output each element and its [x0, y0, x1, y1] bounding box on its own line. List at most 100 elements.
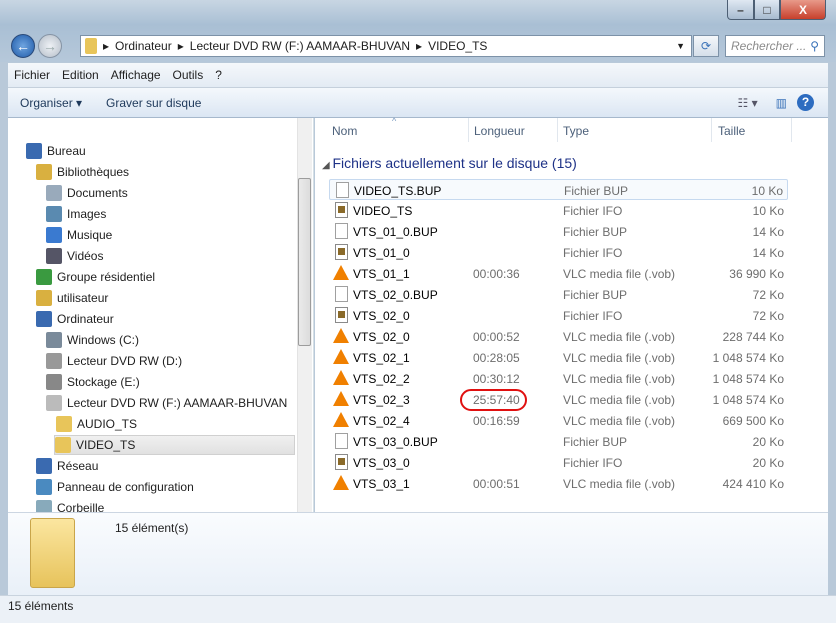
maximize-button[interactable]: □ — [754, 0, 780, 20]
column-divider[interactable] — [711, 118, 712, 142]
column-divider[interactable] — [468, 118, 469, 142]
nav-item[interactable]: Windows (C:) — [46, 330, 139, 350]
column-divider[interactable] — [557, 118, 558, 142]
close-button[interactable]: X — [780, 0, 826, 20]
history-dropdown-icon[interactable]: ▼ — [676, 41, 685, 51]
column-name[interactable]: Nom — [332, 124, 357, 138]
nav-item[interactable]: Musique — [46, 225, 112, 245]
nav-item[interactable]: VIDEO_TS — [54, 435, 295, 455]
ifo-file-icon — [335, 454, 348, 470]
breadcrumb-ordinateur[interactable]: Ordinateur — [115, 39, 172, 53]
nav-item[interactable]: Bureau — [26, 141, 86, 161]
file-type: VLC media file (.vob) — [563, 414, 676, 428]
menu-outils[interactable]: Outils — [167, 68, 210, 82]
back-button[interactable]: ← — [11, 34, 35, 58]
file-row[interactable]: VTS_02_0.BUP Fichier BUP 72 Ko — [329, 284, 788, 305]
nav-item-icon — [36, 290, 52, 306]
nav-item[interactable]: AUDIO_TS — [56, 414, 137, 434]
menu-edition[interactable]: Edition — [56, 68, 105, 82]
nav-item-icon — [55, 437, 71, 453]
nav-item-icon — [36, 311, 52, 327]
file-row[interactable]: VIDEO_TS Fichier IFO 10 Ko — [329, 200, 788, 221]
ifo-file-icon — [335, 244, 348, 260]
nav-item[interactable]: Lecteur DVD RW (F:) AAMAAR-BHUVAN — [46, 393, 287, 413]
nav-item[interactable]: Vidéos — [46, 246, 103, 266]
forward-button[interactable]: → — [38, 34, 62, 58]
file-row[interactable]: VTS_02_4 00:16:59 VLC media file (.vob) 669… — [329, 410, 788, 431]
menu-fichier[interactable]: Fichier — [8, 68, 56, 82]
ifo-file-icon — [335, 202, 348, 218]
minimize-button[interactable]: – — [727, 0, 754, 20]
nav-item[interactable]: Panneau de configuration — [36, 477, 194, 497]
file-row[interactable]: VTS_03_0 Fichier IFO 20 Ko — [329, 452, 788, 473]
file-size: 72 Ko — [752, 309, 784, 323]
nav-item-label: utilisateur — [57, 291, 109, 305]
file-name: VTS_02_0 — [353, 330, 410, 344]
menu-help[interactable]: ? — [209, 68, 228, 82]
file-type: Fichier BUP — [564, 184, 629, 198]
nav-item-label: Corbeille — [57, 501, 105, 512]
view-options-icon[interactable]: ☷ ▾ — [730, 96, 766, 110]
group-title: Fichiers actuellement sur le disque (15) — [332, 155, 577, 171]
file-row[interactable]: VTS_02_0 Fichier IFO 72 Ko — [329, 305, 788, 326]
menu-affichage[interactable]: Affichage — [105, 68, 167, 82]
file-name: VTS_01_0 — [353, 246, 410, 260]
vlc-icon — [333, 349, 349, 364]
search-icon: ⚲ — [810, 39, 819, 53]
nav-item-icon — [36, 164, 52, 180]
nav-item[interactable]: Lecteur DVD RW (D:) — [46, 351, 182, 371]
nav-item[interactable]: Corbeille — [36, 498, 104, 512]
file-row[interactable]: VTS_02_1 00:28:05 VLC media file (.vob) 1 0… — [329, 347, 788, 368]
nav-item-label: Bureau — [47, 144, 86, 158]
group-header[interactable]: ◢ Fichiers actuellement sur le disque (1… — [322, 155, 577, 171]
file-name: VTS_02_2 — [353, 372, 410, 386]
refresh-button[interactable]: ⟳ — [693, 35, 719, 57]
file-row[interactable]: VTS_02_3 25:57:40 VLC media file (.vob) 1 0… — [329, 389, 788, 410]
preview-pane-icon[interactable]: ▥ — [766, 96, 797, 110]
file-row[interactable]: VTS_02_0 00:00:52 VLC media file (.vob) 228… — [329, 326, 788, 347]
nav-item[interactable]: Stockage (E:) — [46, 372, 140, 392]
file-row[interactable]: VTS_01_0 Fichier IFO 14 Ko — [329, 242, 788, 263]
nav-item[interactable]: Ordinateur — [36, 309, 114, 329]
nav-item[interactable]: utilisateur — [36, 288, 108, 308]
file-row[interactable]: VTS_03_0.BUP Fichier BUP 20 Ko — [329, 431, 788, 452]
file-length: 00:16:59 — [473, 414, 520, 428]
column-size[interactable]: Taille — [718, 124, 745, 138]
collapse-icon[interactable]: ◢ — [322, 160, 332, 171]
nav-item-icon — [46, 332, 62, 348]
file-row[interactable]: VTS_01_1 00:00:36 VLC media file (.vob) 36 … — [329, 263, 788, 284]
burn-button[interactable]: Graver sur disque — [94, 96, 213, 110]
nav-scrollbar-thumb[interactable] — [298, 178, 311, 346]
nav-item[interactable]: Bibliothèques — [36, 162, 129, 182]
nav-item[interactable]: Groupe résidentiel — [36, 267, 155, 287]
nav-item[interactable]: Images — [46, 204, 106, 224]
nav-item-label: Bibliothèques — [57, 165, 130, 179]
nav-item[interactable]: Documents — [46, 183, 128, 203]
file-length: 00:00:36 — [473, 267, 520, 281]
nav-item-icon — [36, 479, 52, 495]
column-divider[interactable] — [791, 118, 792, 142]
file-row[interactable]: VTS_02_2 00:30:12 VLC media file (.vob) 1 0… — [329, 368, 788, 389]
nav-item-icon — [46, 227, 62, 243]
file-row[interactable]: VIDEO_TS.BUP Fichier BUP 10 Ko — [329, 179, 788, 200]
organize-button[interactable]: Organiser ▾ — [8, 96, 94, 110]
file-row[interactable]: VTS_03_1 00:00:51 VLC media file (.vob) 424… — [329, 473, 788, 494]
file-length: 00:00:52 — [473, 330, 520, 344]
column-type[interactable]: Type — [563, 124, 589, 138]
search-input[interactable]: Rechercher ... ⚲ — [725, 35, 825, 57]
breadcrumb-drive[interactable]: Lecteur DVD RW (F:) AAMAAR-BHUVAN — [190, 39, 410, 53]
file-size: 228 744 Ko — [722, 330, 784, 344]
breadcrumb-video-ts[interactable]: VIDEO_TS — [428, 39, 487, 53]
nav-item[interactable]: Réseau — [36, 456, 98, 476]
nav-item-label: Réseau — [57, 459, 99, 473]
help-icon[interactable]: ? — [797, 94, 814, 111]
sort-ascending-icon: ^ — [392, 116, 397, 126]
address-bar[interactable]: ▸ Ordinateur ▸ Lecteur DVD RW (F:) AAMAA… — [80, 35, 692, 57]
nav-item-label: Groupe résidentiel — [57, 270, 156, 284]
folder-icon — [85, 38, 97, 54]
column-length[interactable]: Longueur — [474, 124, 525, 138]
file-row[interactable]: VTS_01_0.BUP Fichier BUP 14 Ko — [329, 221, 788, 242]
nav-item-label: VIDEO_TS — [76, 438, 136, 452]
file-size: 14 Ko — [752, 246, 784, 260]
file-size: 36 990 Ko — [729, 267, 784, 281]
